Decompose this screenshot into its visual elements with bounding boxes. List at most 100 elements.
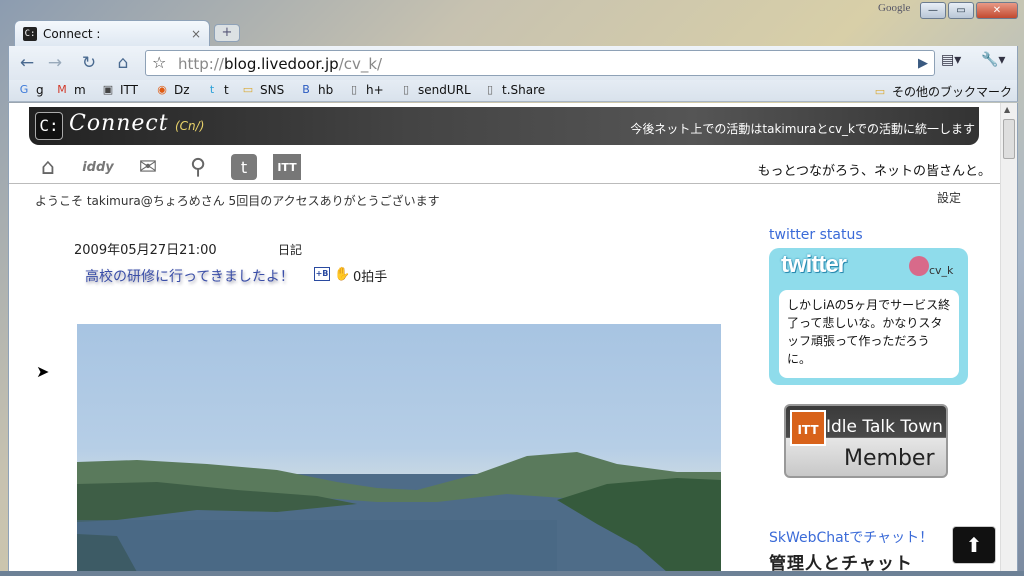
lake-photo	[77, 324, 721, 571]
itt-badge-icon: ITT	[790, 410, 826, 446]
post-title-link[interactable]: 高校の研修に行ってきましたよ！	[85, 266, 294, 286]
bookmark-label: SNS	[260, 83, 285, 97]
avatar[interactable]	[909, 256, 929, 276]
bookmark-sendurl[interactable]: ▯ sendURL	[399, 83, 471, 97]
mouse-cursor-icon: ➤	[36, 362, 50, 381]
bookmark-favicon-icon: ▯	[486, 83, 494, 96]
bookmarks-bar: ▭ その他のブックマーク Gg Mm ▣ ITT ◉ Dz t t ▭ SNS Bhb ▯ h+ ▯ sen…	[8, 80, 1018, 102]
bookmark-h-[interactable]: ▯ h+	[347, 83, 384, 97]
window-bottom-edge	[0, 571, 1024, 576]
settings-link[interactable]: 設定	[937, 189, 961, 206]
twitter-username[interactable]: cv_k	[929, 264, 953, 277]
bookmark-favicon-icon: B	[302, 83, 310, 96]
header-divider	[9, 183, 1001, 184]
scroll-up-icon[interactable]: ▲	[1004, 105, 1010, 114]
bookmark-favicon-icon: M	[57, 83, 67, 96]
bookmark-hb[interactable]: Bhb	[299, 83, 333, 97]
back-button[interactable]: ←	[13, 51, 41, 75]
title-bar: C: Connect : × + Google — ▭ ✕	[0, 0, 1024, 46]
itt-member-badge[interactable]: ITT Idle Talk Town Member	[784, 404, 948, 478]
clap-count[interactable]: 0拍手	[353, 266, 387, 285]
twitter-widget: twitter cv_k しかしiAの5ヶ月でサービス終了って悲しいな。かなりス…	[769, 248, 968, 385]
folder-icon: ▭	[874, 84, 886, 98]
bookmark-label: sendURL	[418, 83, 471, 97]
welcome-message: ようこそ takimura@ちょろめさん 5回目のアクセスありがとうございます	[35, 194, 440, 208]
twitter-icon[interactable]: t	[231, 154, 257, 180]
iddy-icon[interactable]: iddy	[81, 152, 115, 182]
maximize-button[interactable]: ▭	[948, 2, 974, 19]
tweet-text: しかしiAの5ヶ月でサービス終了って悲しいな。かなりスタッフ頑張って作っただろう…	[779, 290, 959, 378]
badge-bottom-text: Member	[844, 446, 935, 471]
clap-icon[interactable]: ✋	[334, 267, 350, 282]
post-category[interactable]: 日記	[278, 241, 302, 258]
bookmark-favicon-icon: t	[209, 83, 215, 96]
hatena-bookmark-icon[interactable]: +B	[314, 267, 330, 281]
bookmark-favicon-icon: ◉	[157, 83, 167, 96]
bookmark-label: hb	[318, 83, 334, 97]
web-page: C: Connect (Cn/) 今後ネット上での活動はtakimuraとcv_…	[8, 103, 1018, 571]
tab-close-icon[interactable]: ×	[191, 27, 201, 41]
blog-icon-nav: ⌂ iddy ✉ ⚲ t ITT	[31, 151, 301, 183]
scroll-to-top-button[interactable]: ⬆	[952, 526, 996, 564]
wrench-menu-icon[interactable]: 🔧▾	[981, 52, 1005, 68]
skwebchat-link[interactable]: SkWebChatでチャット！	[769, 527, 933, 547]
bookmark-m[interactable]: Mm	[55, 83, 86, 97]
forward-button[interactable]: →	[41, 51, 69, 75]
reload-button[interactable]: ↻	[75, 51, 103, 75]
bookmark-favicon-icon: ▣	[102, 83, 114, 96]
bookmark-label: t	[224, 83, 229, 97]
google-label: Google	[878, 2, 911, 14]
search-icon[interactable]: ⚲	[181, 152, 215, 182]
minimize-button[interactable]: —	[920, 2, 946, 19]
skwebchat-banner[interactable]: 管理人とチャット	[769, 549, 949, 571]
blog-title: Connect	[69, 111, 169, 136]
page-scrollbar[interactable]: ▲	[1000, 103, 1017, 571]
close-button[interactable]: ✕	[976, 2, 1018, 19]
blog-subtitle: (Cn/)	[175, 119, 205, 133]
blog-tagline: 今後ネット上での活動はtakimuraとcv_kでの活動に統一します	[630, 122, 975, 136]
itt-icon[interactable]: ITT	[273, 154, 301, 180]
tab-connect[interactable]: C: Connect : ×	[14, 20, 210, 46]
new-tab-button[interactable]: +	[214, 24, 240, 42]
bookmark-label: h+	[366, 83, 384, 97]
navigation-toolbar: ← → ↻ ⌂ ☆ http://blog.livedoor.jp/cv_k/ …	[8, 46, 1018, 80]
home-button[interactable]: ⌂	[109, 51, 137, 75]
bookmark-t-share[interactable]: ▯ t.Share	[483, 83, 545, 97]
badge-top-text: Idle Talk Town	[826, 417, 943, 437]
bookmark-dz[interactable]: ◉ Dz	[155, 83, 190, 97]
bookmark-t[interactable]: tt	[205, 83, 229, 97]
blog-logo-icon: C:	[35, 112, 63, 140]
other-bookmarks-label: その他のブックマーク	[892, 85, 1013, 99]
address-bar[interactable]: ☆ http://blog.livedoor.jp/cv_k/ ▶	[145, 50, 935, 76]
bookmark-label: t.Share	[502, 83, 546, 97]
twitter-logo[interactable]: twitter	[781, 251, 847, 279]
bookmark-sns[interactable]: ▭ SNS	[241, 83, 284, 97]
twitter-status-heading: twitter status	[769, 227, 863, 243]
bookmark-label: ITT	[120, 83, 138, 97]
bookmark-itt[interactable]: ▣ ITT	[101, 83, 138, 97]
bookmark-g[interactable]: Gg	[17, 83, 44, 97]
mail-icon[interactable]: ✉	[131, 152, 165, 182]
other-bookmarks[interactable]: ▭ その他のブックマーク	[873, 83, 1012, 100]
bookmark-favicon-icon: ▭	[242, 83, 254, 96]
bookmark-label: Dz	[174, 83, 190, 97]
url-text: http://blog.livedoor.jp/cv_k/	[178, 55, 383, 73]
bookmark-favicon-icon: ▯	[402, 83, 410, 96]
tab-title: Connect :	[43, 26, 101, 41]
browser-window: C: Connect : × + Google — ▭ ✕ ← → ↻ ⌂ ☆ …	[0, 0, 1024, 576]
lake-photo-drawing	[77, 452, 721, 571]
bookmark-star-icon[interactable]: ☆	[152, 53, 166, 72]
window-buttons: — ▭ ✕	[920, 2, 1018, 19]
bookmark-label: g	[36, 83, 44, 97]
blog-banner[interactable]: C: Connect (Cn/) 今後ネット上での活動はtakimuraとcv_…	[29, 107, 979, 145]
post-date: 2009年05月27日21:00	[74, 243, 217, 258]
tab-favicon-icon: C:	[23, 26, 37, 41]
bookmark-favicon-icon: G	[19, 83, 29, 96]
page-menu-icon[interactable]: ▤▾	[941, 52, 961, 68]
home-icon[interactable]: ⌂	[31, 152, 65, 182]
bookmark-favicon-icon: ▯	[350, 83, 358, 96]
scroll-thumb[interactable]	[1003, 119, 1015, 159]
bookmark-label: m	[74, 83, 86, 97]
go-icon[interactable]: ▶	[918, 56, 928, 71]
blog-motto: もっとつながろう、ネットの皆さんと。	[757, 164, 991, 179]
